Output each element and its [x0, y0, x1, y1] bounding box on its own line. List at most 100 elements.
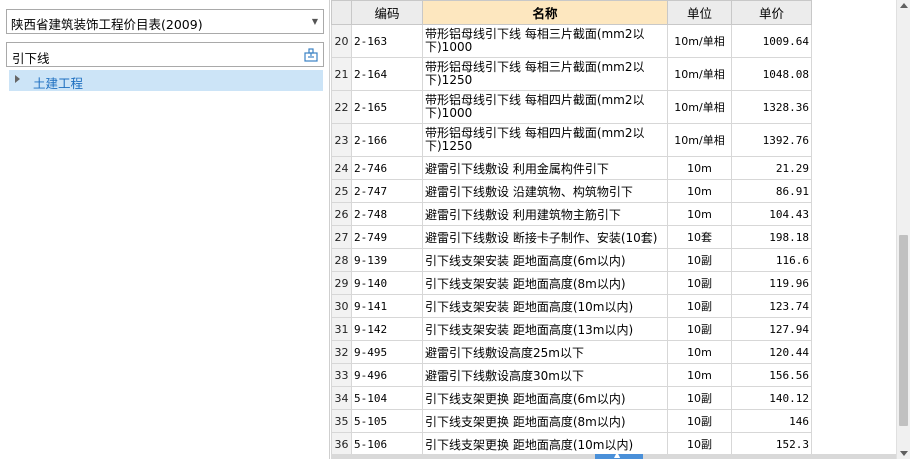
collapse-up-icon[interactable]: ▲: [614, 450, 620, 459]
cell-price: 21.29: [731, 156, 812, 180]
cell-unit: 10m/单相: [667, 24, 732, 58]
panel-splitter[interactable]: ▲: [331, 450, 896, 459]
cell-code: 2-163: [351, 24, 423, 58]
cell-price: 198.18: [731, 225, 812, 249]
row-number: 34: [331, 386, 352, 410]
cell-unit: 10m: [667, 202, 732, 226]
row-number: 21: [331, 57, 352, 91]
dropdown-arrow-icon[interactable]: ▼: [310, 16, 320, 28]
scrollbar-thumb[interactable]: [899, 235, 908, 426]
cell-unit: 10m: [667, 363, 732, 387]
cell-price: 1328.36: [731, 90, 812, 124]
cell-unit: 10副: [667, 248, 732, 272]
cell-name: 带形铝母线引下线 每相三片截面(mm2以下)1000: [422, 24, 668, 58]
cell-code: 9-140: [351, 271, 423, 295]
cell-name: 引下线支架安装 距地面高度(6m以内): [422, 248, 668, 272]
row-number: 33: [331, 363, 352, 387]
table-row[interactable]: 33 9-496 避雷引下线敷设高度30m以下 10m 156.56: [331, 363, 812, 387]
cell-name: 避雷引下线敷设 沿建筑物、构筑物引下: [422, 179, 668, 203]
left-panel: 陕西省建筑装饰工程价目表(2009) ▼ 引下线 土建工程: [0, 0, 330, 459]
cell-name: 引下线支架安装 距地面高度(8m以内): [422, 271, 668, 295]
table-row[interactable]: 30 9-141 引下线支架安装 距地面高度(10m以内) 10副 123.74: [331, 294, 812, 318]
library-dropdown[interactable]: 陕西省建筑装饰工程价目表(2009) ▼: [6, 9, 324, 34]
row-number: 22: [331, 90, 352, 124]
row-number: 36: [331, 432, 352, 454]
tree-item-tujian[interactable]: 土建工程: [9, 70, 323, 91]
cell-name: 带形铝母线引下线 每相四片截面(mm2以下)1000: [422, 90, 668, 124]
cell-code: 2-165: [351, 90, 423, 124]
scroll-up-icon[interactable]: [900, 3, 908, 8]
cell-code: 2-747: [351, 179, 423, 203]
table-row[interactable]: 24 2-746 避雷引下线敷设 利用金属构件引下 10m 21.29: [331, 156, 812, 180]
row-number: 35: [331, 409, 352, 433]
table-row[interactable]: 25 2-747 避雷引下线敷设 沿建筑物、构筑物引下 10m 86.91: [331, 179, 812, 203]
cell-price: 156.56: [731, 363, 812, 387]
cell-name: 引下线支架更换 距地面高度(10m以内): [422, 432, 668, 454]
cell-price: 104.43: [731, 202, 812, 226]
cell-unit: 10副: [667, 386, 732, 410]
table-row[interactable]: 23 2-166 带形铝母线引下线 每相四片截面(mm2以下)1250 10m/单相 1…: [331, 123, 812, 157]
table-row[interactable]: 22 2-165 带形铝母线引下线 每相四片截面(mm2以下)1000 10m/单相 1…: [331, 90, 812, 124]
cell-unit: 10副: [667, 317, 732, 341]
table-row[interactable]: 36 5-106 引下线支架更换 距地面高度(10m以内) 10副 152.3: [331, 432, 812, 454]
row-number: 31: [331, 317, 352, 341]
cell-code: 2-749: [351, 225, 423, 249]
table-row[interactable]: 31 9-142 引下线支架安装 距地面高度(13m以内) 10副 127.94: [331, 317, 812, 341]
cell-unit: 10副: [667, 271, 732, 295]
table-row[interactable]: 26 2-748 避雷引下线敷设 利用建筑物主筋引下 10m 104.43: [331, 202, 812, 226]
cell-name: 避雷引下线敷设 利用金属构件引下: [422, 156, 668, 180]
cell-code: 2-164: [351, 57, 423, 91]
row-number: 20: [331, 24, 352, 58]
cell-unit: 10m: [667, 156, 732, 180]
cell-unit: 10副: [667, 432, 732, 454]
cell-name: 引下线支架安装 距地面高度(13m以内): [422, 317, 668, 341]
cell-unit: 10m: [667, 340, 732, 364]
table-row[interactable]: 34 5-104 引下线支架更换 距地面高度(6m以内) 10副 140.12: [331, 386, 812, 410]
cell-price: 123.74: [731, 294, 812, 318]
cell-price: 1009.64: [731, 24, 812, 58]
header-price[interactable]: 单价: [731, 0, 812, 25]
cell-unit: 10m/单相: [667, 57, 732, 91]
table-row[interactable]: 21 2-164 带形铝母线引下线 每相三片截面(mm2以下)1250 10m/单相 1…: [331, 57, 812, 91]
table-row[interactable]: 32 9-495 避雷引下线敷设高度25m以下 10m 120.44: [331, 340, 812, 364]
cell-name: 避雷引下线敷设 断接卡子制作、安装(10套): [422, 225, 668, 249]
cell-code: 5-104: [351, 386, 423, 410]
table-row[interactable]: 29 9-140 引下线支架安装 距地面高度(8m以内) 10副 119.96: [331, 271, 812, 295]
header-name[interactable]: 名称: [422, 0, 668, 25]
cell-code: 9-142: [351, 317, 423, 341]
row-number: 30: [331, 294, 352, 318]
header-code[interactable]: 编码: [351, 0, 423, 25]
table-row[interactable]: 35 5-105 引下线支架更换 距地面高度(8m以内) 10副 146: [331, 409, 812, 433]
expand-arrow-icon[interactable]: [15, 75, 20, 83]
header-unit[interactable]: 单位: [667, 0, 732, 25]
cell-name: 避雷引下线敷设 利用建筑物主筋引下: [422, 202, 668, 226]
search-input[interactable]: 引下线: [6, 42, 324, 67]
cell-code: 5-106: [351, 432, 423, 454]
table-row[interactable]: 28 9-139 引下线支架安装 距地面高度(6m以内) 10副 116.6: [331, 248, 812, 272]
search-structure-icon[interactable]: [304, 48, 318, 62]
row-number: 24: [331, 156, 352, 180]
cell-price: 146: [731, 409, 812, 433]
table-row[interactable]: 27 2-749 避雷引下线敷设 断接卡子制作、安装(10套) 10套 198.18: [331, 225, 812, 249]
cell-unit: 10套: [667, 225, 732, 249]
row-number: 28: [331, 248, 352, 272]
cell-price: 120.44: [731, 340, 812, 364]
cell-unit: 10m: [667, 179, 732, 203]
library-dropdown-value: 陕西省建筑装饰工程价目表(2009): [11, 17, 203, 32]
scroll-down-icon[interactable]: [900, 451, 908, 456]
cell-name: 带形铝母线引下线 每相三片截面(mm2以下)1250: [422, 57, 668, 91]
cell-unit: 10m/单相: [667, 90, 732, 124]
vertical-scrollbar[interactable]: [896, 0, 910, 459]
row-number: 32: [331, 340, 352, 364]
cell-name: 避雷引下线敷设高度25m以下: [422, 340, 668, 364]
row-number: 29: [331, 271, 352, 295]
header-rownum: [331, 0, 352, 25]
splitter-grip[interactable]: ▲: [595, 450, 643, 459]
cell-unit: 10副: [667, 294, 732, 318]
table-row[interactable]: 20 2-163 带形铝母线引下线 每相三片截面(mm2以下)1000 10m/单相 1…: [331, 24, 812, 58]
cell-name: 引下线支架更换 距地面高度(6m以内): [422, 386, 668, 410]
cell-name: 引下线支架安装 距地面高度(10m以内): [422, 294, 668, 318]
cell-price: 127.94: [731, 317, 812, 341]
cell-code: 5-105: [351, 409, 423, 433]
cell-price: 140.12: [731, 386, 812, 410]
